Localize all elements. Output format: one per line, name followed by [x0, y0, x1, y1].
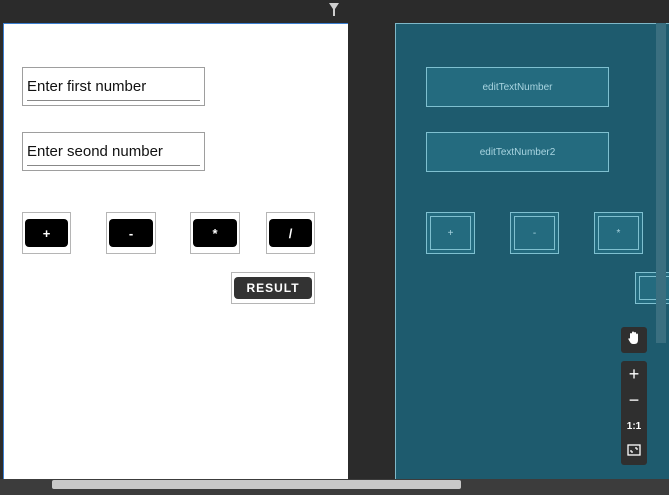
field-underline: [27, 165, 200, 166]
second-number-text: Enter seond number: [27, 143, 163, 160]
multiply-button[interactable]: *: [193, 219, 237, 247]
blueprint-subtract-button[interactable]: -: [510, 212, 559, 254]
pin-icon: [328, 2, 340, 18]
divide-button-frame[interactable]: /: [266, 212, 315, 254]
second-number-field[interactable]: Enter seond number: [22, 132, 205, 171]
fit-screen-icon: [627, 443, 641, 461]
blueprint-multiply-button[interactable]: *: [594, 212, 643, 254]
first-number-text: Enter first number: [27, 78, 147, 95]
divide-button[interactable]: /: [269, 219, 312, 247]
pan-tool-button[interactable]: [621, 327, 647, 353]
add-button[interactable]: +: [25, 219, 68, 247]
field-underline: [27, 100, 200, 101]
actual-size-button[interactable]: 1:1: [621, 414, 647, 438]
blueprint-add-button[interactable]: +: [426, 212, 475, 254]
blueprint-second-number-field[interactable]: editTextNumber2: [426, 132, 609, 172]
horizontal-scrollbar-thumb[interactable]: [52, 480, 461, 489]
hand-icon: [626, 330, 642, 351]
vertical-scrollbar[interactable]: [656, 23, 666, 343]
zoom-in-button[interactable]: +: [621, 362, 647, 386]
subtract-button[interactable]: -: [109, 219, 153, 247]
blueprint-subtract-label: -: [514, 216, 555, 250]
zoom-out-button[interactable]: −: [621, 388, 647, 412]
fit-screen-button[interactable]: [621, 440, 647, 464]
subtract-button-frame[interactable]: -: [106, 212, 156, 254]
blueprint-first-number-field[interactable]: editTextNumber: [426, 67, 609, 107]
blueprint-multiply-label: *: [598, 216, 639, 250]
design-surface[interactable]: Enter first number Enter seond number + …: [3, 23, 348, 495]
result-button[interactable]: RESULT: [234, 277, 312, 299]
multiply-button-frame[interactable]: *: [190, 212, 240, 254]
result-button-frame[interactable]: RESULT: [231, 272, 315, 304]
blueprint-add-label: +: [430, 216, 471, 250]
add-button-frame[interactable]: +: [22, 212, 71, 254]
first-number-field[interactable]: Enter first number: [22, 67, 205, 106]
